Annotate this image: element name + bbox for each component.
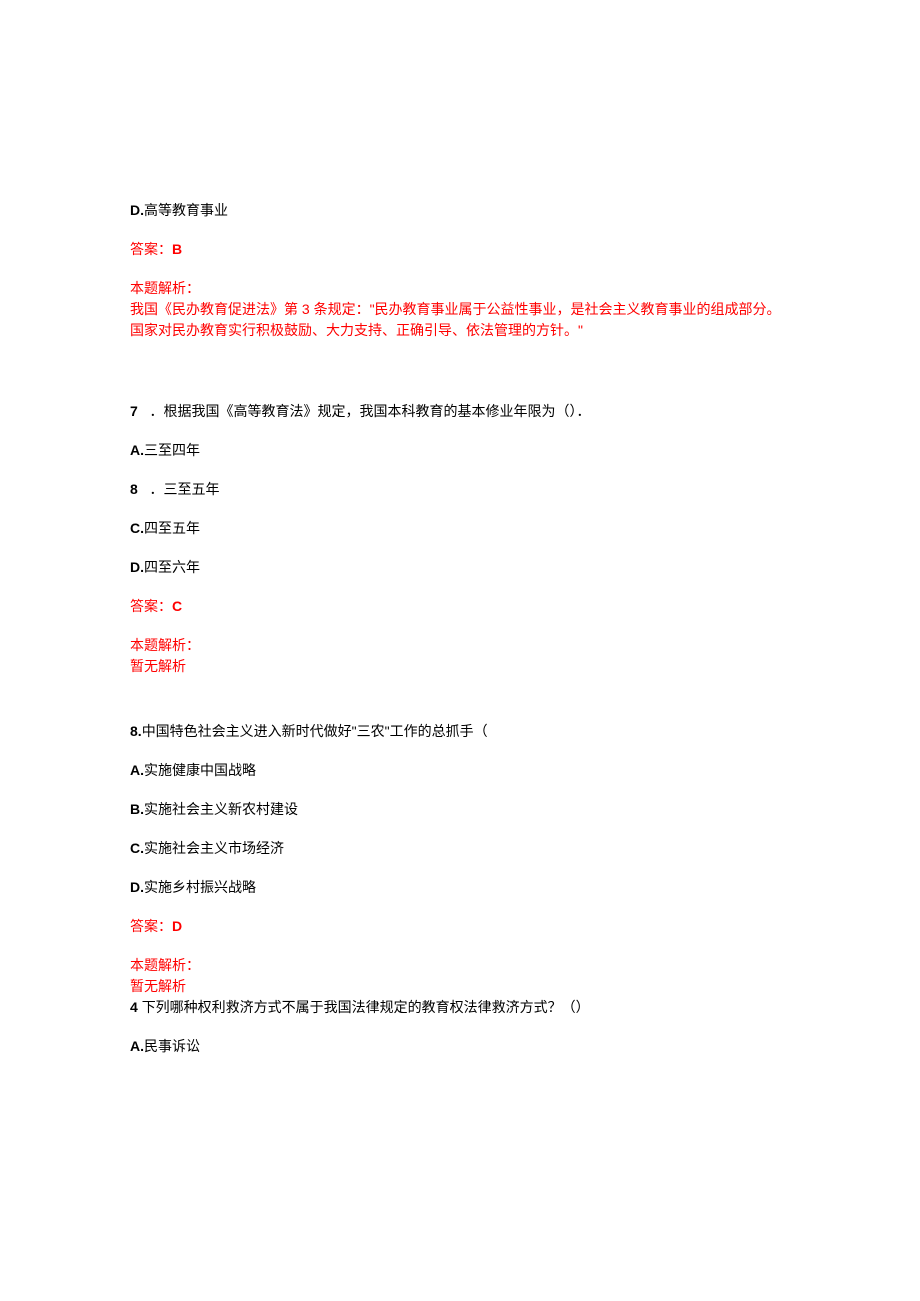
- explain-label: 本题解析：: [130, 957, 200, 973]
- q7-option-d: D.四至六年: [130, 557, 790, 578]
- option-prefix: B.: [130, 801, 144, 817]
- option-text: 实施健康中国战略: [144, 762, 256, 778]
- q8-option-b: B.实施社会主义新农村建设: [130, 799, 790, 820]
- option-prefix: C.: [130, 840, 144, 856]
- answer-value: C: [172, 598, 182, 614]
- option-text: 高等教育事业: [144, 202, 228, 218]
- q8-explanation: 本题解析： 暂无解析: [130, 955, 790, 997]
- option-prefix: D.: [130, 559, 144, 575]
- q6-answer: 答案：B: [130, 239, 790, 260]
- q7-option-a: A.三至四年: [130, 440, 790, 461]
- answer-value: B: [172, 241, 182, 257]
- question-text: ．根据我国《高等教育法》规定，我国本科教育的基本修业年限为（）．: [149, 403, 590, 419]
- answer-label: 答案：: [130, 241, 172, 257]
- question-number: 4: [130, 999, 142, 1015]
- option-text: 三至四年: [144, 442, 200, 458]
- option-prefix: D.: [130, 879, 144, 895]
- q8-option-a: A.实施健康中国战略: [130, 760, 790, 781]
- q6-option-d: D.高等教育事业: [130, 200, 790, 221]
- option-prefix: A.: [130, 442, 144, 458]
- spacer: [130, 677, 790, 721]
- option-text: 民事诉讼: [144, 1038, 200, 1054]
- q9-stem: 4 下列哪种权利救济方式不属于我国法律规定的教育权法律救济方式？（）: [130, 997, 790, 1018]
- answer-label: 答案：: [130, 918, 172, 934]
- q8-stem: 8.中国特色社会主义进入新时代做好"三农"工作的总抓手（: [130, 721, 790, 742]
- q8-answer: 答案：D: [130, 916, 790, 937]
- option-text: 实施社会主义新农村建设: [144, 801, 298, 817]
- explain-text: 我国《民办教育促进法》第 3 条规定："民办教育事业属于公益性事业，是社会主义教…: [130, 301, 781, 338]
- question-number: 7: [130, 403, 138, 419]
- option-prefix: A.: [130, 762, 144, 778]
- option-text: 四至五年: [144, 520, 200, 536]
- option-text: 实施乡村振兴战略: [144, 879, 256, 895]
- question-text: 下列哪种权利救济方式不属于我国法律规定的教育权法律救济方式？（）: [142, 999, 590, 1015]
- q8-option-c: C.实施社会主义市场经济: [130, 838, 790, 859]
- option-prefix: 8: [130, 481, 138, 497]
- q7-answer: 答案：C: [130, 596, 790, 617]
- q9-option-a: A.民事诉讼: [130, 1036, 790, 1057]
- answer-value: D: [172, 918, 182, 934]
- q7-option-c: C.四至五年: [130, 518, 790, 539]
- q7-stem: 7 ．根据我国《高等教育法》规定，我国本科教育的基本修业年限为（）．: [130, 401, 790, 422]
- q8-option-d: D.实施乡村振兴战略: [130, 877, 790, 898]
- explain-text: 暂无解析: [130, 978, 186, 994]
- option-prefix: C.: [130, 520, 144, 536]
- option-text: 实施社会主义市场经济: [144, 840, 284, 856]
- spacer: [130, 341, 790, 401]
- explain-label: 本题解析：: [130, 280, 200, 296]
- question-text: 中国特色社会主义进入新时代做好"三农"工作的总抓手（: [142, 723, 488, 739]
- option-text: 四至六年: [144, 559, 200, 575]
- q7-option-b: 8 ．三至五年: [130, 479, 790, 500]
- q6-explanation: 本题解析： 我国《民办教育促进法》第 3 条规定："民办教育事业属于公益性事业，…: [130, 278, 790, 341]
- document-page: D.高等教育事业 答案：B 本题解析： 我国《民办教育促进法》第 3 条规定："…: [0, 0, 920, 1301]
- explain-label: 本题解析：: [130, 637, 200, 653]
- explain-text: 暂无解析: [130, 658, 186, 674]
- option-prefix: A.: [130, 1038, 144, 1054]
- option-text: ．三至五年: [149, 481, 219, 497]
- answer-label: 答案：: [130, 598, 172, 614]
- question-number: 8.: [130, 723, 142, 739]
- option-prefix: D.: [130, 202, 144, 218]
- q7-explanation: 本题解析： 暂无解析: [130, 635, 790, 677]
